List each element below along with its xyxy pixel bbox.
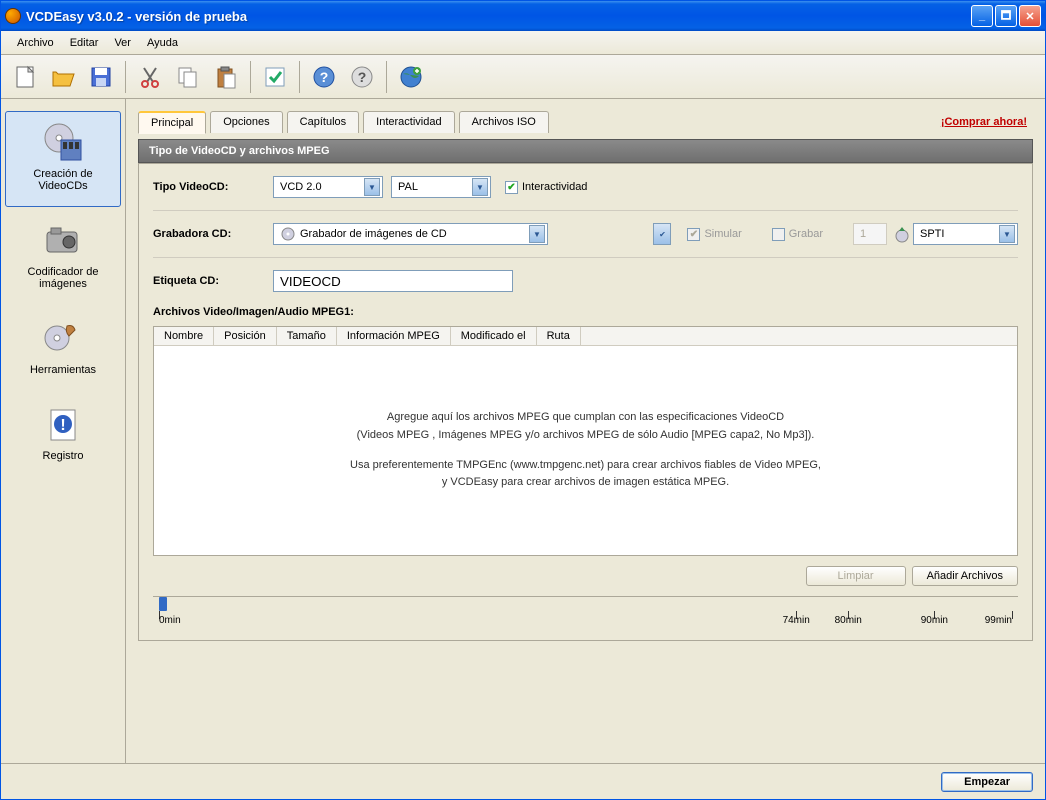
- format-select[interactable]: PAL▼: [391, 176, 491, 198]
- footer: Empezar: [1, 763, 1045, 799]
- timeline-label: 90min: [921, 615, 948, 626]
- sidebar-item-videocds[interactable]: Creación de VideoCDs: [5, 111, 121, 207]
- paste-button[interactable]: [208, 59, 244, 95]
- col-posicion[interactable]: Posición: [214, 327, 277, 345]
- buy-link[interactable]: ¡Comprar ahora!: [941, 116, 1027, 128]
- burn-icon: [893, 226, 909, 242]
- col-ruta[interactable]: Ruta: [537, 327, 581, 345]
- menubar: Archivo Editar Ver Ayuda: [1, 31, 1045, 55]
- interface-select[interactable]: SPTI▼: [913, 223, 1018, 245]
- close-button[interactable]: ✕: [1019, 5, 1041, 27]
- col-modificado[interactable]: Modificado el: [451, 327, 537, 345]
- files-title: Archivos Video/Imagen/Audio MPEG1:: [153, 306, 1018, 318]
- start-button[interactable]: Empezar: [941, 772, 1033, 792]
- clear-button[interactable]: Limpiar: [806, 566, 906, 586]
- interactividad-checkbox[interactable]: ✔: [505, 181, 518, 194]
- vcd-type-select[interactable]: VCD 2.0▼: [273, 176, 383, 198]
- tab-opciones[interactable]: Opciones: [210, 111, 282, 133]
- copy-button[interactable]: [170, 59, 206, 95]
- menu-view[interactable]: Ver: [106, 34, 139, 52]
- camera-icon: [43, 220, 83, 260]
- sidebar-item-label: Codificador de imágenes: [10, 266, 116, 290]
- simulate-label: Simular: [704, 228, 741, 240]
- cut-button[interactable]: [132, 59, 168, 95]
- disc-icon: [43, 122, 83, 162]
- toolbar: ? ?: [1, 55, 1045, 99]
- open-button[interactable]: [45, 59, 81, 95]
- titlebar: VCDEasy v3.0.2 - versión de prueba _ 🗖 ✕: [1, 1, 1045, 31]
- file-list-header: Nombre Posición Tamaño Información MPEG …: [154, 327, 1017, 346]
- sidebar-item-label: Herramientas: [30, 364, 96, 376]
- timeline[interactable]: 0min 74min 80min 90min 99min: [153, 596, 1018, 628]
- tab-iso[interactable]: Archivos ISO: [459, 111, 549, 133]
- menu-help[interactable]: Ayuda: [139, 34, 186, 52]
- help-button[interactable]: ?: [306, 59, 342, 95]
- add-files-button[interactable]: Añadir Archivos: [912, 566, 1018, 586]
- section-header: Tipo de VideoCD y archivos MPEG: [138, 139, 1033, 163]
- sidebar-item-label: Registro: [43, 450, 84, 462]
- simulate-checkbox: ✔: [687, 228, 700, 241]
- app-icon: [5, 8, 21, 24]
- web-button[interactable]: [393, 59, 429, 95]
- etiqueta-input[interactable]: [273, 270, 513, 292]
- recorder-check-button[interactable]: ✔: [653, 223, 671, 245]
- sidebar: Creación de VideoCDs Codificador de imág…: [1, 99, 126, 763]
- sidebar-item-tools[interactable]: Herramientas: [5, 307, 121, 391]
- about-button[interactable]: ?: [344, 59, 380, 95]
- col-nombre[interactable]: Nombre: [154, 327, 214, 345]
- col-tamano[interactable]: Tamaño: [277, 327, 337, 345]
- recorder-label: Grabadora CD:: [153, 228, 273, 240]
- sidebar-item-label: Creación de VideoCDs: [10, 168, 116, 192]
- svg-text:?: ?: [320, 69, 329, 85]
- window-title: VCDEasy v3.0.2 - versión de prueba: [26, 9, 971, 24]
- svg-text:?: ?: [358, 69, 367, 85]
- tab-interactividad[interactable]: Interactividad: [363, 111, 454, 133]
- timeline-handle[interactable]: [159, 597, 167, 611]
- copies-spinner: 1: [853, 223, 887, 245]
- check-button[interactable]: [257, 59, 293, 95]
- svg-text:!: !: [60, 417, 65, 434]
- type-label: Tipo VideoCD:: [153, 181, 273, 193]
- tabs: Principal Opciones Capítulos Interactivi…: [138, 111, 549, 133]
- register-icon: !: [43, 404, 83, 444]
- record-label: Grabar: [789, 228, 823, 240]
- etiqueta-label: Etiqueta CD:: [153, 275, 273, 287]
- tools-icon: [43, 318, 83, 358]
- timeline-label: 80min: [835, 615, 862, 626]
- timeline-label: 99min: [985, 615, 1012, 626]
- sidebar-item-encoder[interactable]: Codificador de imágenes: [5, 209, 121, 305]
- sidebar-item-register[interactable]: ! Registro: [5, 393, 121, 477]
- tab-principal[interactable]: Principal: [138, 111, 206, 134]
- minimize-button[interactable]: _: [971, 5, 993, 27]
- interactividad-label: Interactividad: [522, 181, 587, 193]
- menu-edit[interactable]: Editar: [62, 34, 107, 52]
- new-button[interactable]: [7, 59, 43, 95]
- col-mpeg[interactable]: Información MPEG: [337, 327, 451, 345]
- tab-capitulos[interactable]: Capítulos: [287, 111, 359, 133]
- menu-file[interactable]: Archivo: [9, 34, 62, 52]
- maximize-button[interactable]: 🗖: [995, 5, 1017, 27]
- timeline-label: 74min: [783, 615, 810, 626]
- file-list-empty[interactable]: Agregue aquí los archivos MPEG que cumpl…: [154, 346, 1017, 555]
- timeline-label: 0min: [159, 615, 181, 626]
- recorder-select[interactable]: Grabador de imágenes de CD▼: [273, 223, 548, 245]
- record-checkbox: [772, 228, 785, 241]
- file-list: Nombre Posición Tamaño Información MPEG …: [153, 326, 1018, 556]
- disc-small-icon: [280, 226, 296, 242]
- save-button[interactable]: [83, 59, 119, 95]
